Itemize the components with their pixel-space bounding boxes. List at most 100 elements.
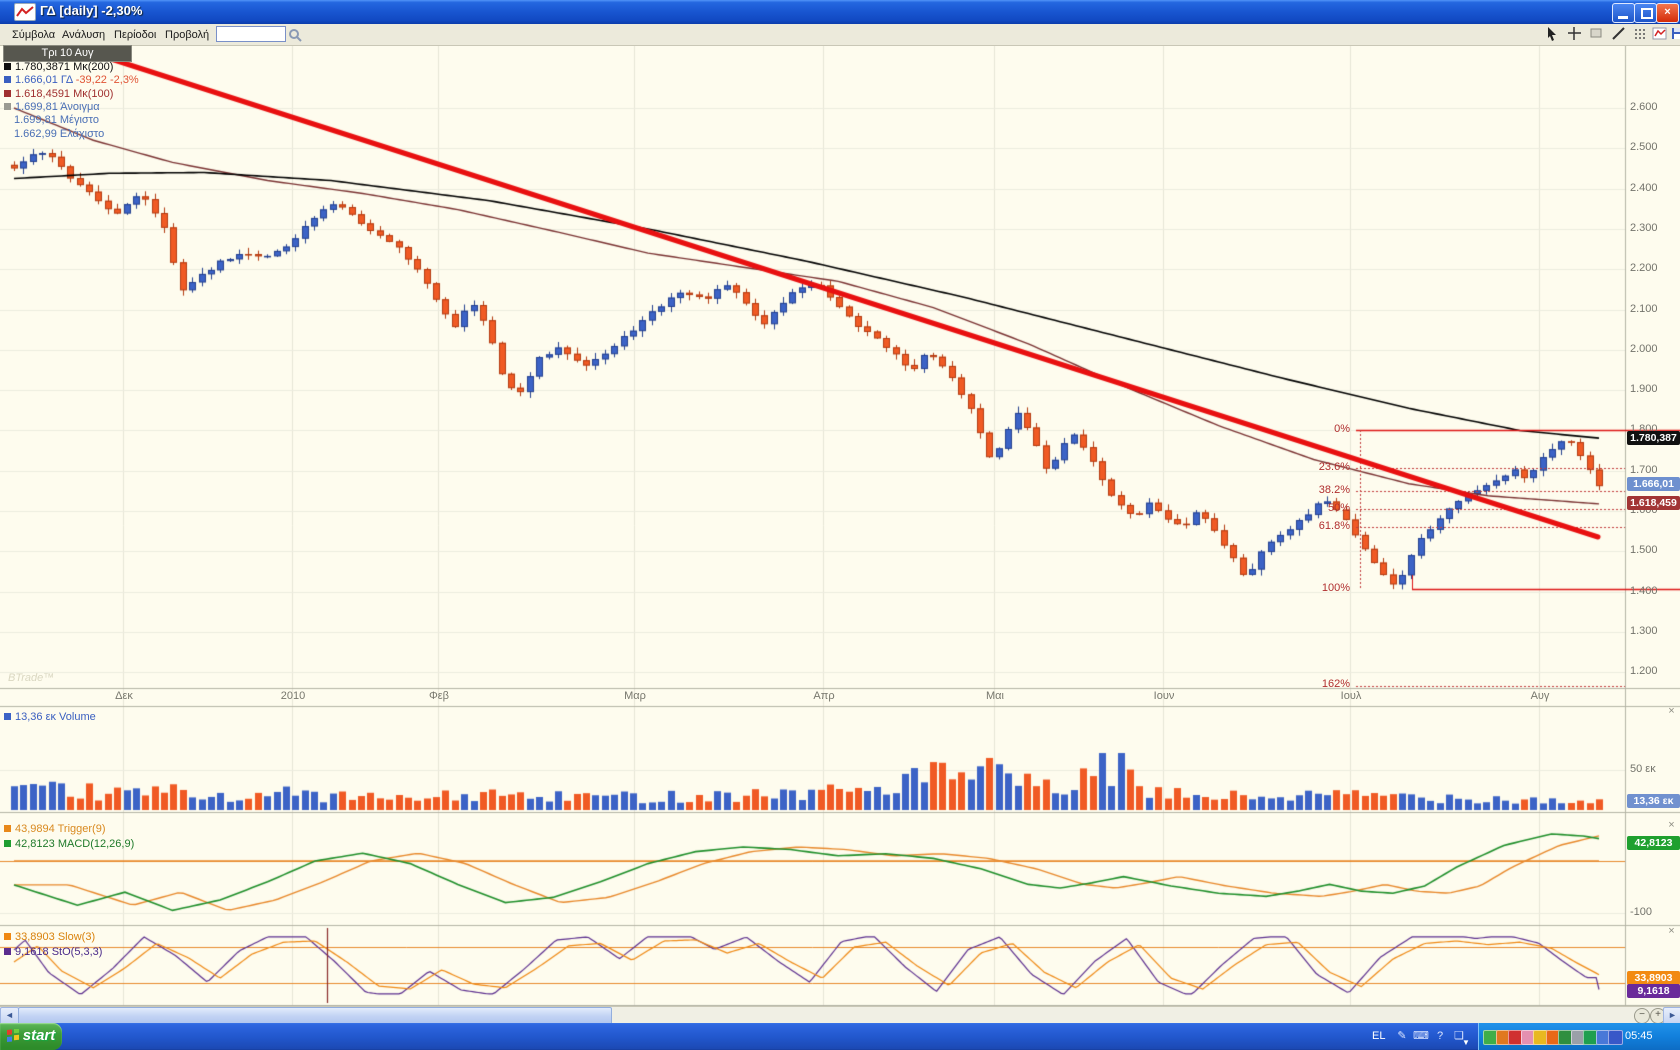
price-tick-label: 1.200 xyxy=(1630,665,1676,677)
cursor-icon[interactable] xyxy=(1543,26,1562,43)
minimize-button[interactable] xyxy=(1612,3,1635,23)
chart-legend-row: 1.699,81 Μέγιστο xyxy=(14,114,99,127)
horizontal-scrollbar[interactable]: ◄ − + ► xyxy=(0,1006,1680,1024)
chart-legend-row: 1.662,99 Ελάχιστο xyxy=(14,128,104,141)
menu-item-Προβολή[interactable]: Προβολή xyxy=(161,27,213,43)
month-label-Φεβ: Φεβ xyxy=(422,690,456,702)
legend-marker xyxy=(4,90,11,97)
legend-marker xyxy=(4,103,11,110)
legend-text: 1.699,81 Μέγιστο xyxy=(14,114,99,126)
start-button[interactable]: start xyxy=(0,1023,62,1050)
stoch-legend-row: 33,8903 Slow(3) xyxy=(4,931,95,943)
price-tick-label: 2.300 xyxy=(1630,222,1676,234)
legend-text: -39,22 -2,3% xyxy=(76,74,139,86)
chart-icon[interactable] xyxy=(1650,26,1669,43)
menu-bar: ΣύμβολαΑνάλυσηΠερίοδοιΠροβολή xyxy=(0,24,1680,46)
save-icon[interactable] xyxy=(1668,26,1680,43)
month-label-2010: 2010 xyxy=(276,690,310,702)
app-chart-icon xyxy=(14,3,36,21)
axis-value-tag: 33,8903 xyxy=(1627,971,1680,985)
zoom-out-button[interactable]: − xyxy=(1634,1008,1650,1024)
price-tick-label: 1.700 xyxy=(1630,464,1676,476)
price-tick-label: 2.600 xyxy=(1630,101,1676,113)
close-button[interactable]: × xyxy=(1656,3,1679,23)
system-tray: 05:45 xyxy=(1478,1023,1680,1050)
fib-label: 38.2% xyxy=(1290,484,1350,496)
stoch-pane-close-icon[interactable]: × xyxy=(1666,926,1677,937)
macd-pane-close-icon[interactable]: × xyxy=(1666,820,1677,831)
axis-value-tag: 1.666,01 xyxy=(1627,477,1680,491)
month-label-Ιουν: Ιουν xyxy=(1147,690,1181,702)
date-tooltip: Τρι 10 Αυγ xyxy=(3,45,132,62)
macd-legend-row: 43,9894 Trigger(9) xyxy=(4,823,106,835)
menu-item-Περίοδοι[interactable]: Περίοδοι xyxy=(110,27,160,43)
network-icon[interactable] xyxy=(1608,1030,1623,1045)
volume-pane-close-icon[interactable]: × xyxy=(1666,706,1677,717)
price-tick-label: 2.100 xyxy=(1630,303,1676,315)
price-tick-label: 2.500 xyxy=(1630,141,1676,153)
price-tick-label: 1.300 xyxy=(1630,625,1676,637)
pen-icon[interactable]: ✎ xyxy=(1394,1028,1410,1044)
price-tick-label: 1.900 xyxy=(1630,383,1676,395)
axis-value-tag: 1.618,459 xyxy=(1627,496,1680,510)
watermark: BTrade™ xyxy=(8,672,54,684)
legend-marker xyxy=(4,948,11,955)
help-icon[interactable]: ? xyxy=(1432,1028,1448,1044)
legend-marker xyxy=(4,933,11,940)
title-bar: ΓΔ [daily] -2,30% × xyxy=(0,0,1680,24)
fib-label: 162% xyxy=(1290,678,1350,690)
month-label-Ιουλ: Ιουλ xyxy=(1334,690,1368,702)
fib-label: 23.6% xyxy=(1290,461,1350,473)
stoch-legend-row: 9,1618 StO(5,3,3) xyxy=(4,946,102,958)
month-label-Απρ: Απρ xyxy=(807,690,841,702)
language-dropdown-arrow-icon[interactable]: ▼ xyxy=(1462,1038,1470,1047)
legend-marker xyxy=(4,76,11,83)
legend-text: 1.618,4591 Μκ(100) xyxy=(15,88,113,100)
axis-value-tag: 1.780,387 xyxy=(1627,431,1680,445)
start-label: start xyxy=(23,1027,56,1044)
price-tick-label: 2.000 xyxy=(1630,343,1676,355)
clock: 05:45 xyxy=(1625,1030,1653,1042)
menu-item-Σύμβολα[interactable]: Σύμβολα xyxy=(8,27,59,43)
month-label-Μαρ: Μαρ xyxy=(618,690,652,702)
month-label-Δεκ: Δεκ xyxy=(107,690,141,702)
search-icon[interactable] xyxy=(288,28,302,47)
month-label-Αυγ: Αυγ xyxy=(1523,690,1557,702)
fib-label: 100% xyxy=(1290,582,1350,594)
trendline-icon[interactable] xyxy=(1609,26,1628,43)
fib-label: 61.8% xyxy=(1290,520,1350,532)
menu-item-Ανάλυση[interactable]: Ανάλυση xyxy=(58,27,109,43)
window-title: ΓΔ [daily] -2,30% xyxy=(40,3,142,18)
symbol-search-input[interactable] xyxy=(216,26,286,42)
macd-legend-row: 42,8123 MACD(12,26,9) xyxy=(4,838,134,850)
keyboard-icon[interactable]: ⌨ xyxy=(1413,1028,1429,1044)
windows-logo-icon xyxy=(7,1025,20,1038)
legend-marker xyxy=(4,713,11,720)
price-tick-label: 2.400 xyxy=(1630,182,1676,194)
axis-value-tag: 13,36 εκ xyxy=(1627,794,1680,808)
grid-dots-icon[interactable] xyxy=(1631,26,1650,43)
restore-button-glyph xyxy=(1641,8,1653,19)
chart-canvas[interactable] xyxy=(0,45,1680,1006)
volume-axis-label: 50 εκ xyxy=(1630,763,1676,775)
legend-marker xyxy=(4,63,11,70)
macd-axis-label: -100 xyxy=(1630,906,1676,918)
chart-legend-row: 1.618,4591 Μκ(100) xyxy=(4,88,113,101)
legend-text: 1.666,01 ΓΔ xyxy=(15,74,76,86)
restore-button[interactable] xyxy=(1634,3,1657,23)
language-indicator[interactable]: EL xyxy=(1372,1030,1385,1042)
crosshair-icon[interactable] xyxy=(1565,26,1584,43)
fib-label: 0% xyxy=(1290,423,1350,435)
price-tick-label: 1.400 xyxy=(1630,585,1676,597)
month-label-Μαι: Μαι xyxy=(978,690,1012,702)
axis-value-tag: 42,8123 xyxy=(1627,836,1680,850)
legend-text: 1.699,81 Άνοιγμα xyxy=(15,101,100,113)
axis-value-tag: 9,1618 xyxy=(1627,984,1680,998)
legend-marker xyxy=(4,840,11,847)
fib-label: 50% xyxy=(1290,502,1350,514)
chart-legend-row: 1.699,81 Άνοιγμα xyxy=(4,101,100,114)
region-icon[interactable] xyxy=(1587,26,1606,43)
chart-legend-row: 1.780,3871 Μκ(200) xyxy=(4,61,113,74)
price-tick-label: 1.500 xyxy=(1630,544,1676,556)
legend-text: 1.780,3871 Μκ(200) xyxy=(15,61,113,73)
